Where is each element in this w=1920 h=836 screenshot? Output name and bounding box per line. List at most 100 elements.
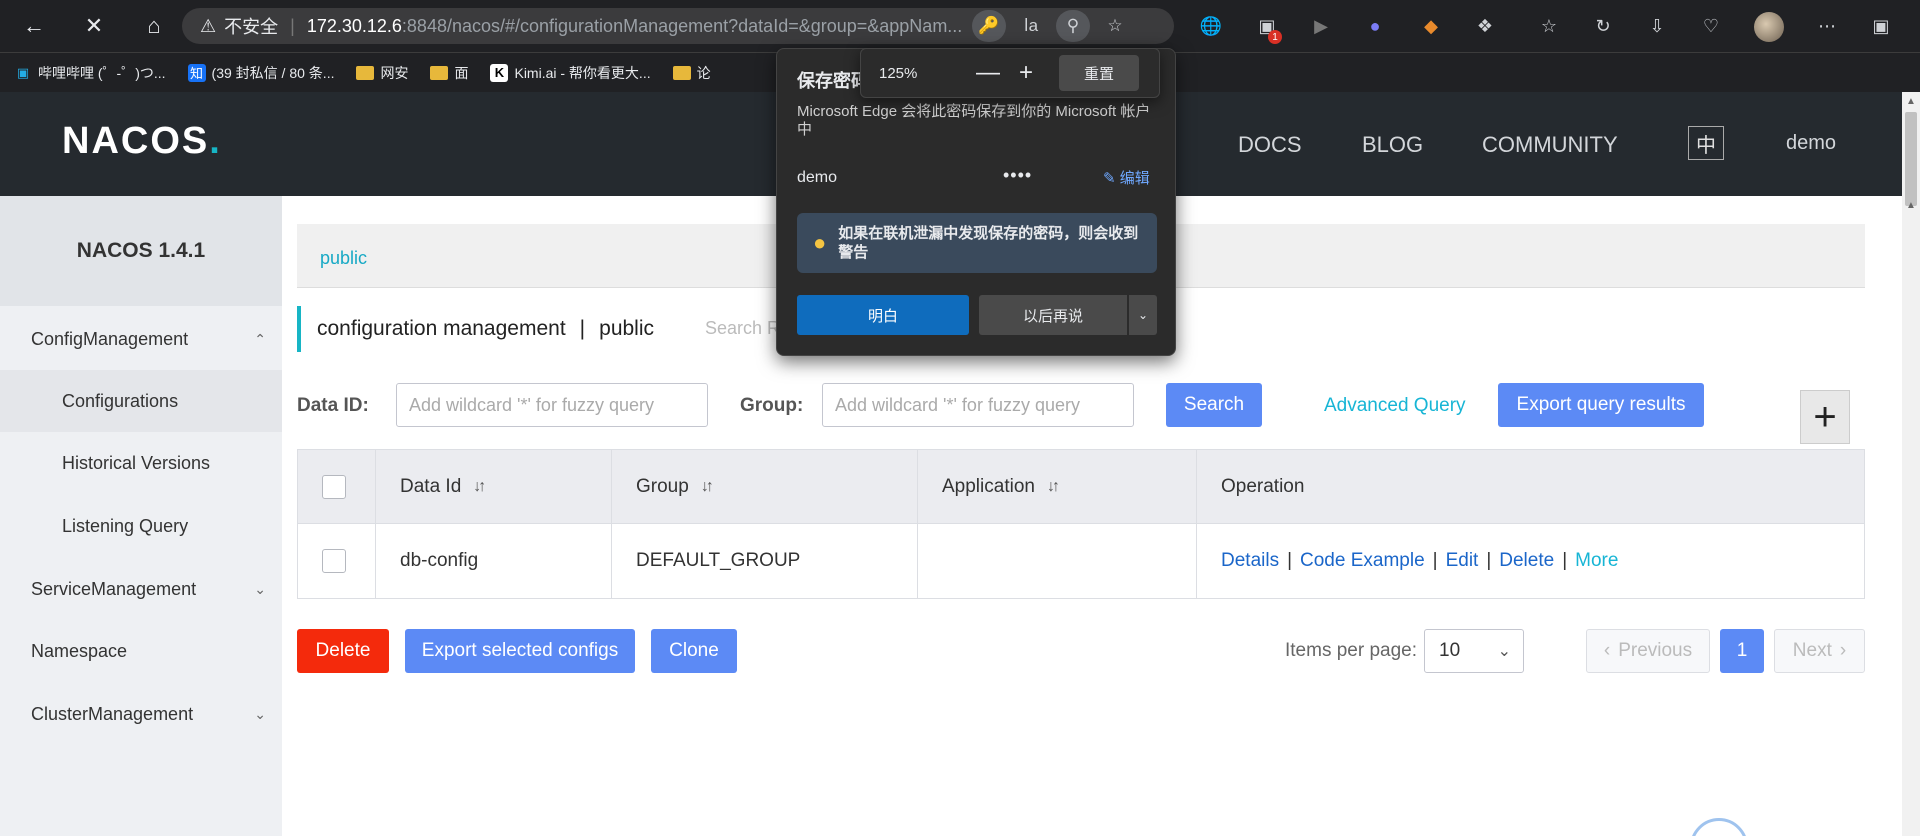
clone-button[interactable]: Clone [651, 629, 737, 673]
sort-icon[interactable]: ↓↑ [701, 478, 714, 496]
namespace-public[interactable]: public [320, 248, 367, 269]
header-data-id[interactable]: Data Id ↓↑ [376, 450, 612, 523]
bookmark-zhihu[interactable]: 知 (39 封私信 / 80 条... [187, 63, 335, 83]
page-1-button[interactable]: 1 [1720, 629, 1764, 673]
bookmark-folder-lun[interactable]: 论 [672, 63, 711, 83]
zoom-popup: 125% — + 重置 [860, 48, 1160, 98]
details-link[interactable]: Details [1221, 550, 1279, 572]
extension-badge-icon[interactable]: ▣ 1 [1252, 11, 1282, 44]
zoom-icon[interactable]: ⚲ [1056, 10, 1090, 42]
read-aloud-icon[interactable]: اa [1014, 10, 1048, 42]
back-icon[interactable]: ← [16, 8, 52, 44]
sidebar-item-configmanagement[interactable]: ConfigManagement ⌃ [0, 308, 282, 370]
stop-loading-icon[interactable]: ✕ [76, 8, 112, 44]
more-menu-icon[interactable]: ⋯ [1812, 11, 1842, 41]
row-checkbox[interactable] [322, 549, 346, 573]
folder-icon [356, 65, 375, 80]
history-icon[interactable]: ↻ [1588, 11, 1618, 41]
user-name[interactable]: demo [1786, 132, 1836, 155]
language-switch[interactable]: 中 [1688, 126, 1724, 160]
sidebar-item-configurations[interactable]: Configurations [0, 370, 282, 432]
sort-icon[interactable]: ↓↑ [473, 478, 486, 496]
page-title-separator: | [579, 317, 586, 340]
floating-assistant-widget[interactable] [1690, 818, 1748, 836]
header-application[interactable]: Application ↓↑ [918, 450, 1197, 523]
scroll-thumb[interactable] [1905, 112, 1917, 206]
column-label: Data Id [400, 475, 462, 497]
favorite-star-icon[interactable]: ☆ [1098, 10, 1132, 42]
bookmark-folder-mian[interactable]: 面 [430, 63, 468, 83]
add-config-button[interactable]: + [1800, 390, 1850, 444]
puzzle-icon[interactable]: ❖ [1470, 11, 1500, 41]
globe-extension-icon[interactable]: 🌐 [1196, 11, 1226, 41]
sidebar-item-historical-versions[interactable]: Historical Versions [0, 432, 282, 494]
lightbulb-icon: ● [813, 230, 827, 255]
sidebar-item-listening-query[interactable]: Listening Query [0, 495, 282, 557]
cell-data-id: db-config [376, 524, 612, 598]
nacos-logo[interactable]: NACOS. [62, 120, 222, 163]
items-per-page-select[interactable]: 10 ⌄ [1424, 629, 1524, 673]
edit-label: 编辑 [1119, 170, 1150, 187]
not-now-button[interactable]: 以后再说 [979, 295, 1127, 335]
page-scrollbar[interactable]: ▲ ▲ [1902, 92, 1920, 836]
export-selected-button[interactable]: Export selected configs [405, 629, 635, 673]
bookmark-label: (39 封私信 / 80 条... [211, 64, 335, 81]
header-checkbox-cell [298, 450, 376, 523]
export-query-results-button[interactable]: Export query results [1498, 383, 1704, 427]
moon-extension-icon[interactable]: ● [1360, 11, 1390, 41]
sort-icon[interactable]: ↓↑ [1047, 478, 1060, 496]
bookmark-kimi[interactable]: K Kimi.ai - 帮你看更大... [490, 63, 651, 83]
edit-link[interactable]: Edit [1446, 550, 1479, 572]
save-password-description: Microsoft Edge 会将此密码保存到你的 Microsoft 帐户中 [797, 103, 1151, 138]
header-group[interactable]: Group ↓↑ [612, 450, 918, 523]
favorites-list-icon[interactable]: ☆ [1534, 11, 1564, 41]
badge-count: 1 [1268, 30, 1282, 44]
scroll-up-icon[interactable]: ▲ [1906, 200, 1916, 211]
folder-icon [430, 65, 449, 80]
chevron-down-icon[interactable]: ⌄ [1129, 295, 1157, 335]
dataid-label: Data ID: [297, 395, 369, 416]
bookmark-bilibili[interactable]: ▣ 哔哩哔哩 (゜-゜)つ... [14, 63, 166, 83]
previous-label: Previous [1618, 640, 1693, 661]
profile-avatar[interactable] [1754, 12, 1784, 42]
nav-blog[interactable]: BLOG [1362, 132, 1423, 158]
sidebar-item-namespace[interactable]: Namespace [0, 620, 282, 682]
sidebar-item-clustermanagement[interactable]: ClusterManagement ⌄ [0, 683, 282, 745]
play-extension-icon[interactable]: ▶ [1306, 11, 1336, 41]
advanced-query-link[interactable]: Advanced Query [1324, 395, 1466, 417]
zoom-percent: 125% [879, 64, 918, 82]
zoom-out-button[interactable]: — [969, 59, 1007, 87]
previous-page-button[interactable]: ‹ Previous [1586, 629, 1710, 673]
column-label: Group [636, 475, 689, 497]
got-it-button[interactable]: 明白 [797, 295, 969, 335]
search-button[interactable]: Search [1166, 383, 1262, 427]
select-all-checkbox[interactable] [322, 474, 346, 499]
delete-link[interactable]: Delete [1499, 550, 1554, 572]
health-icon[interactable]: ♡ [1696, 11, 1726, 41]
nav-docs[interactable]: DOCS [1238, 132, 1302, 158]
sidebar-item-label: Namespace [31, 640, 128, 661]
op-separator: | [1562, 550, 1568, 571]
sidebar-item-servicemanagement[interactable]: ServiceManagement ⌄ [0, 558, 282, 620]
group-input[interactable] [822, 383, 1134, 427]
more-link[interactable]: More [1575, 550, 1618, 572]
home-icon[interactable]: ⌂ [136, 8, 172, 44]
copilot-icon[interactable]: ▣ [1866, 11, 1896, 41]
scroll-up-icon[interactable]: ▲ [1906, 96, 1916, 107]
dataid-input[interactable] [396, 383, 708, 427]
edit-password-link[interactable]: ✎ 编辑 [1103, 167, 1150, 188]
fox-extension-icon[interactable]: ◆ [1416, 11, 1446, 41]
cell-application [918, 524, 1197, 598]
nav-community[interactable]: COMMUNITY [1482, 132, 1618, 158]
code-example-link[interactable]: Code Example [1300, 550, 1425, 572]
next-page-button[interactable]: Next › [1774, 629, 1865, 673]
saved-username: demo [797, 169, 838, 186]
zoom-reset-button[interactable]: 重置 [1059, 55, 1139, 91]
delete-button[interactable]: Delete [297, 629, 389, 673]
address-bar[interactable]: ⚠ 不安全 | 172.30.12.6 :8848/nacos/#/config… [182, 8, 1174, 44]
sidebar-item-label: Configurations [62, 390, 179, 411]
download-icon[interactable]: ⇩ [1642, 11, 1672, 41]
bookmark-folder-wangan[interactable]: 网安 [356, 63, 408, 83]
zoom-in-button[interactable]: + [1007, 59, 1045, 87]
key-icon[interactable]: 🔑 [972, 10, 1006, 42]
